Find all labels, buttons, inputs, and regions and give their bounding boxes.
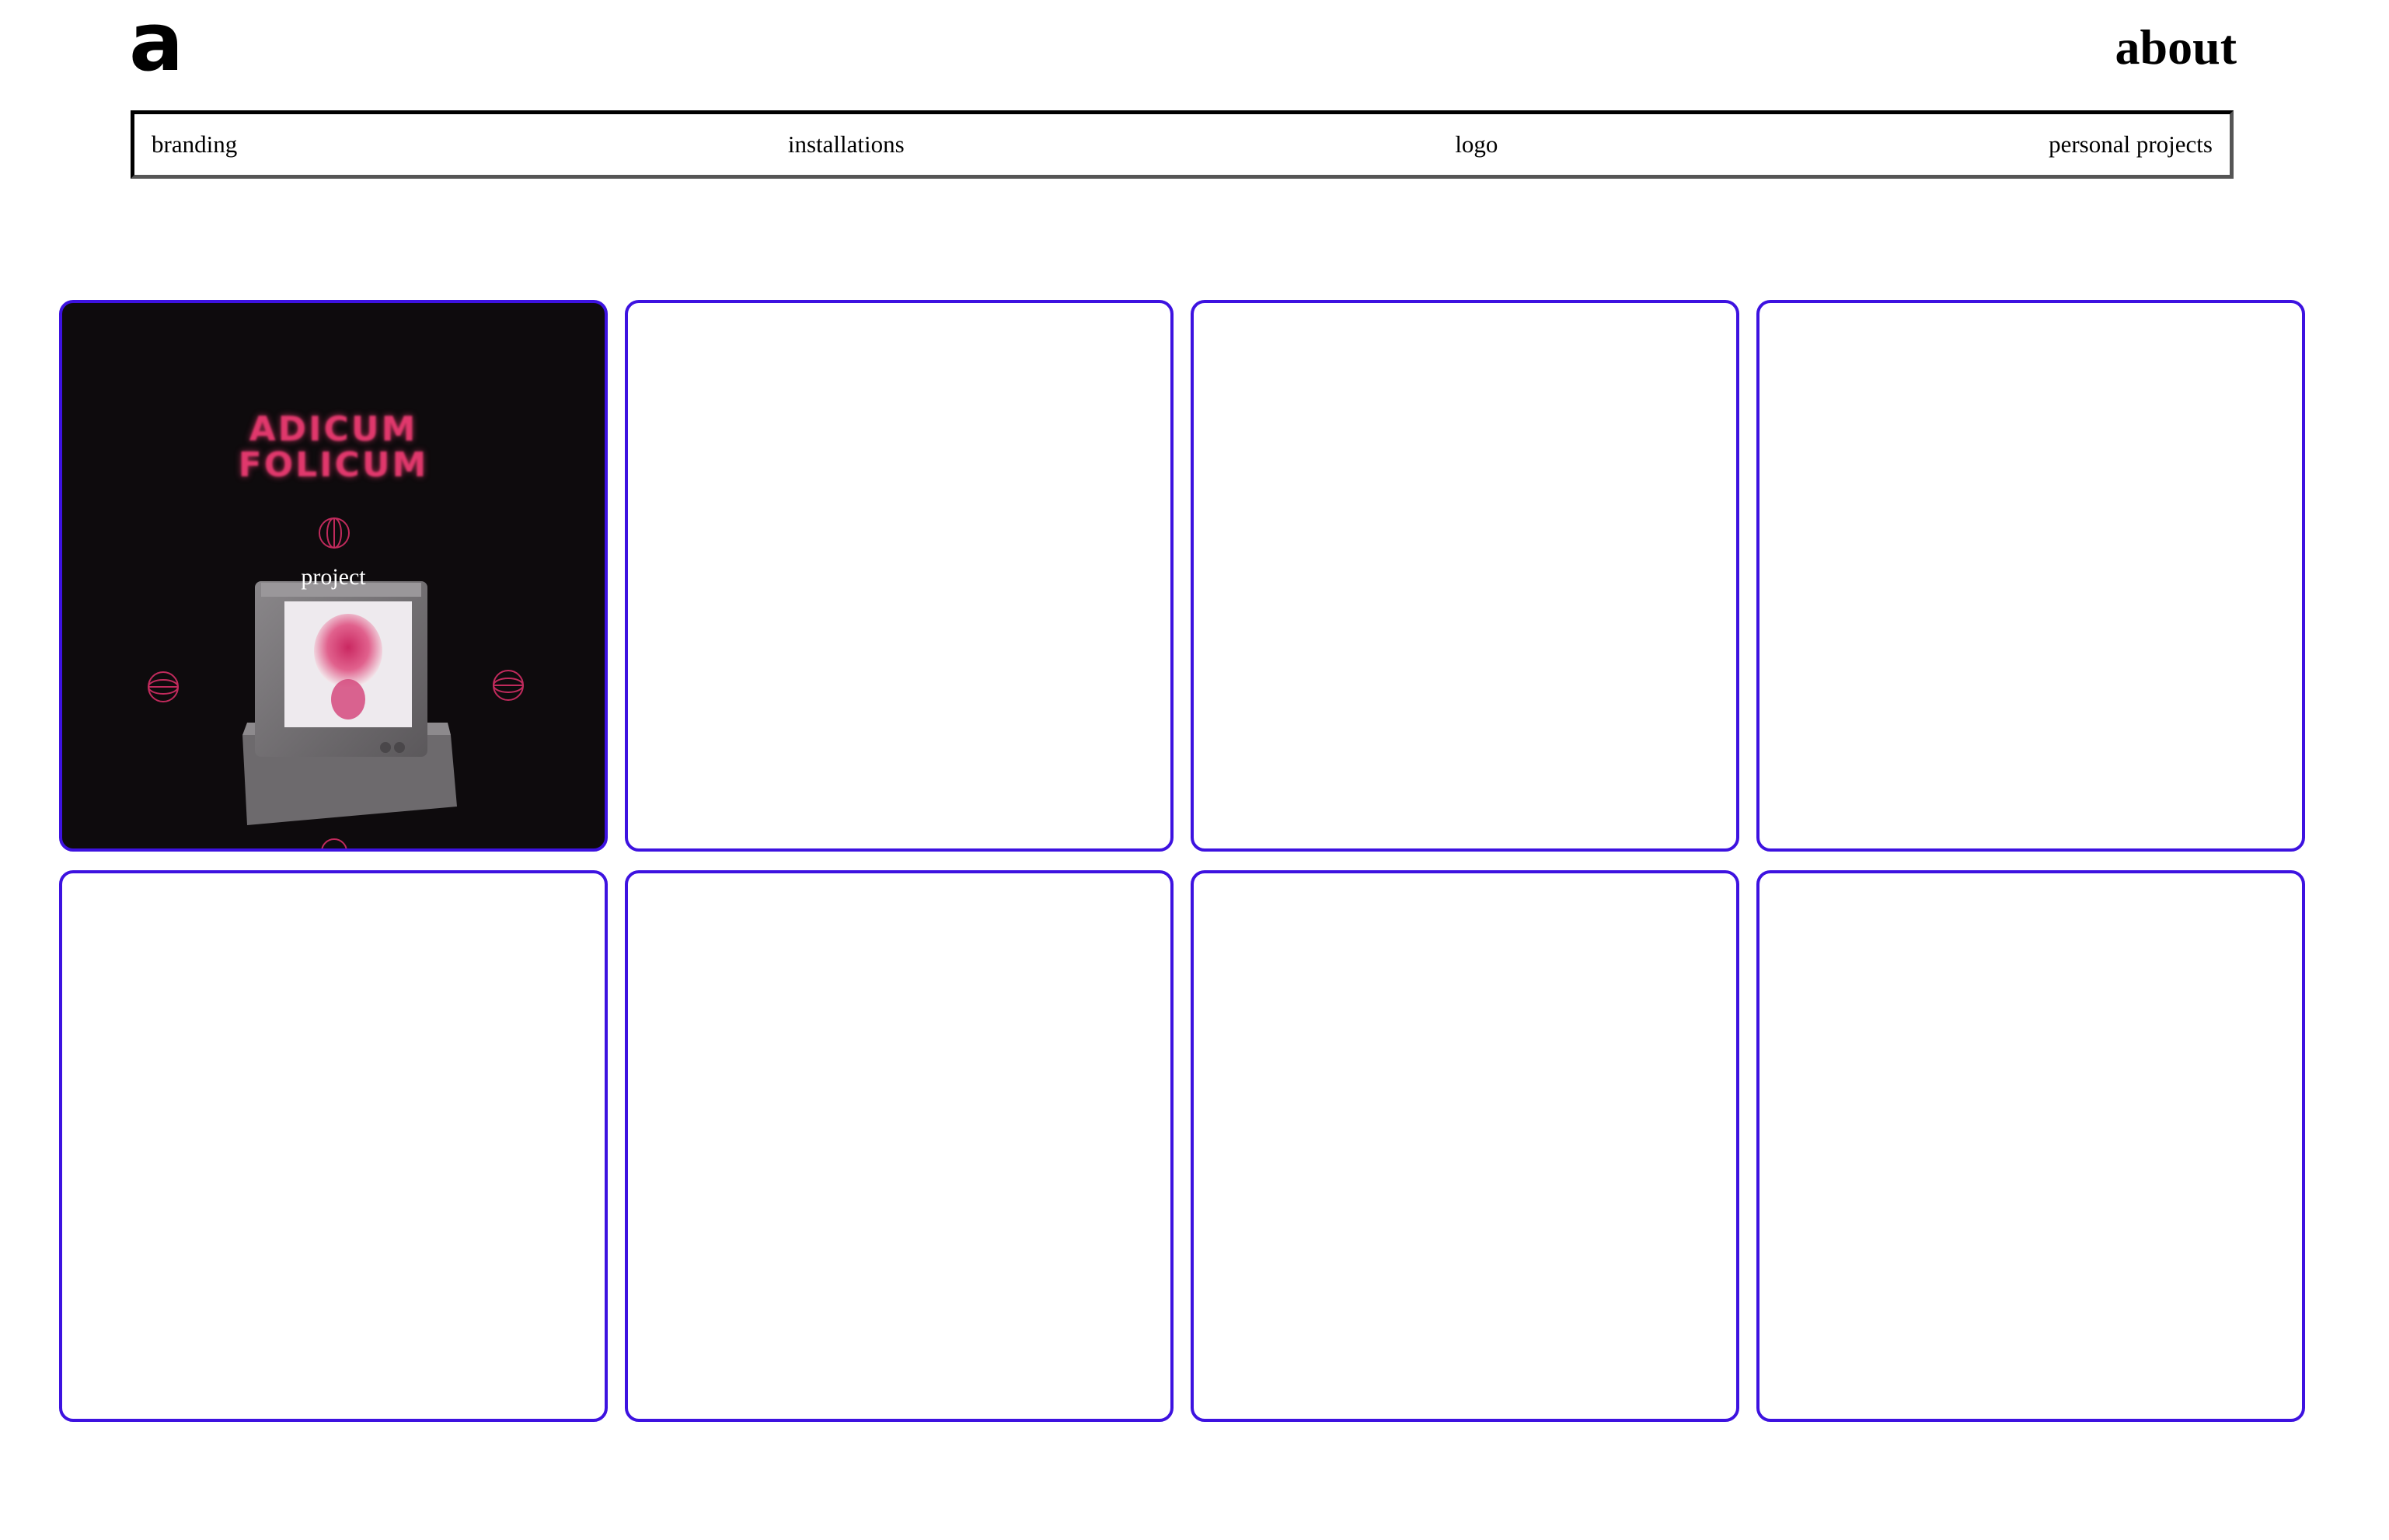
nav-item-branding[interactable]: branding (152, 131, 237, 159)
project-card[interactable] (1756, 870, 2305, 1422)
about-link[interactable]: about (2115, 19, 2237, 75)
project-card[interactable] (1191, 300, 1739, 852)
project-card[interactable] (625, 870, 1174, 1422)
project-cover-title: ADICUM FOLICUM (62, 412, 605, 483)
project-grid: ADICUM FOLICUM project (59, 300, 2305, 1422)
project-hover-label: project (301, 564, 366, 590)
nav-item-installations[interactable]: installations (788, 131, 905, 159)
project-card[interactable] (1191, 870, 1739, 1422)
category-nav: branding installations logo personal pro… (131, 110, 2234, 179)
project-cover-title-line: ADICUM (249, 409, 418, 449)
project-cover-title-line: FOLICUM (238, 445, 429, 485)
site-logo[interactable]: a (129, 2, 183, 82)
project-card[interactable] (1756, 300, 2305, 852)
project-card[interactable] (625, 300, 1174, 852)
nav-item-personal-projects[interactable]: personal projects (2049, 131, 2213, 159)
project-card-featured[interactable]: ADICUM FOLICUM project (59, 300, 608, 852)
page: a about branding installations logo pers… (0, 0, 2389, 1540)
project-card[interactable] (59, 870, 608, 1422)
nav-item-logo[interactable]: logo (1455, 131, 1498, 159)
